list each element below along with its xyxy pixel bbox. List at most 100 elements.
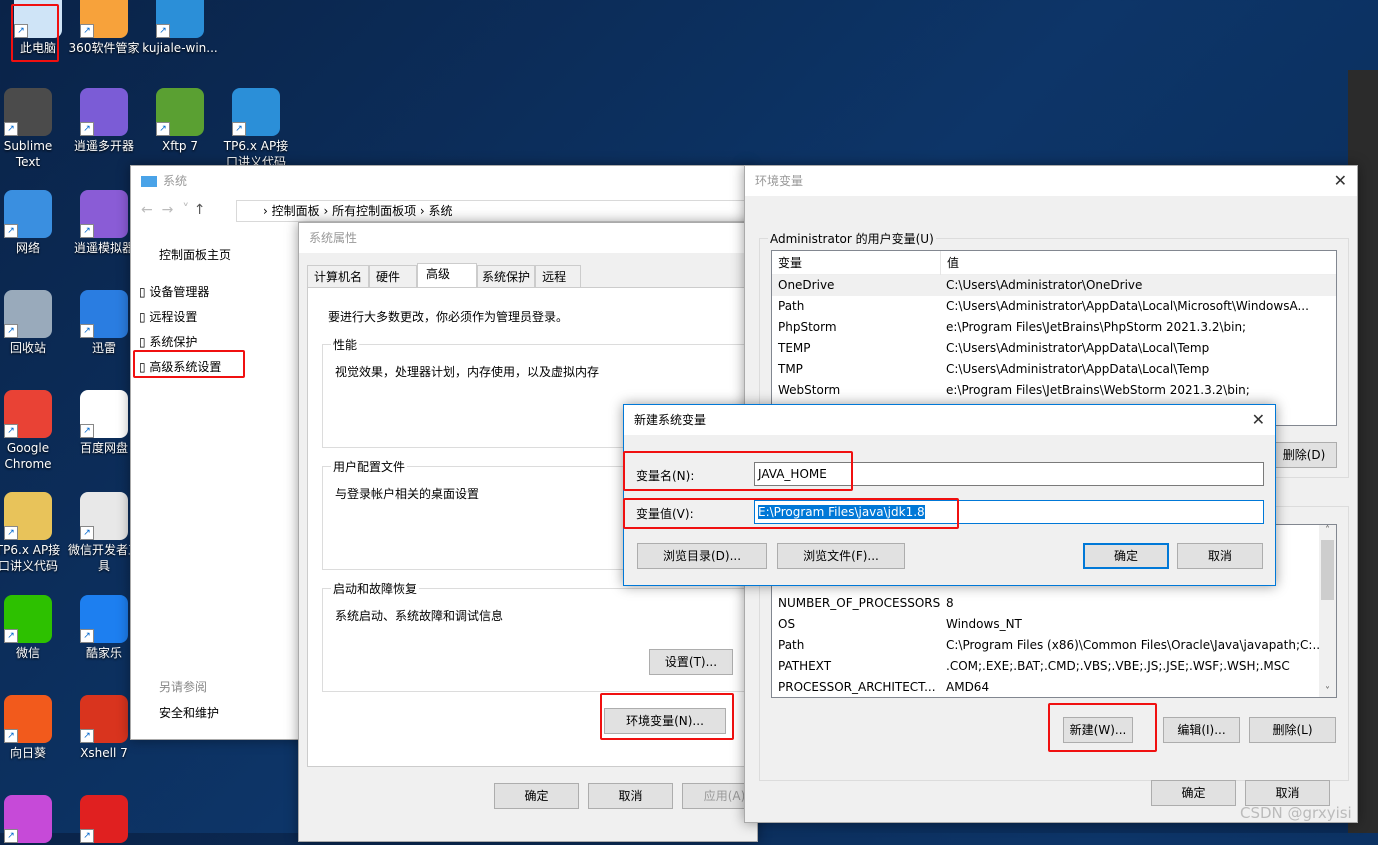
up-icon[interactable]: ↑ — [194, 202, 206, 218]
cancel-button[interactable]: 取消 — [1177, 543, 1263, 569]
desktop-icon-label: TP6.x AP接口讲义代码 — [0, 543, 61, 573]
scrollbar[interactable]: ˄ ˅ — [1319, 525, 1336, 697]
shortcut-arrow-icon: ↗ — [4, 629, 18, 643]
shortcut-arrow-icon: ↗ — [80, 526, 94, 540]
variable-value: Windows_NT — [946, 617, 1022, 631]
desktop-icon[interactable]: ↗ Xftp 7 — [142, 88, 218, 154]
startup-settings-button[interactable]: 设置(T)... — [649, 649, 733, 675]
user-vars-list[interactable]: 变量值 OneDrive C:\Users\Administrator\OneDr… — [771, 250, 1337, 426]
chevron-down-icon[interactable]: ˅ — [182, 202, 189, 218]
monitor-icon — [141, 176, 157, 187]
desktop-icon[interactable]: ↗ 网络 — [0, 190, 66, 256]
title-bar: 系统 — [131, 166, 749, 196]
tab-advanced[interactable]: 高级 — [417, 263, 478, 288]
cancel-button[interactable]: 取消 — [1245, 780, 1330, 806]
variable-value: C:\Users\Administrator\AppData\Local\Tem… — [946, 341, 1210, 355]
user-delete-button[interactable]: 删除(D) — [1271, 442, 1337, 468]
shortcut-arrow-icon: ↗ — [4, 526, 18, 540]
ok-button[interactable]: 确定 — [494, 783, 579, 809]
ok-button[interactable]: 确定 — [1151, 780, 1236, 806]
table-row[interactable]: OS Windows_NT — [772, 614, 1336, 635]
remote-settings-link[interactable]: ▯ 远程设置 — [139, 305, 221, 330]
admin-note: 要进行大多数更改，你必须作为管理员登录。 — [328, 310, 569, 324]
variable-value: AMD64 — [946, 680, 990, 694]
highlight-box — [133, 350, 245, 378]
variable-name: NUMBER_OF_PROCESSORS — [778, 596, 941, 610]
table-row[interactable]: Path C:\Program Files (x86)\Common Files\… — [772, 635, 1336, 656]
app-icon: ↗ — [80, 492, 128, 540]
desktop-icon[interactable]: ↗ 向日葵 — [0, 695, 66, 761]
variable-value: e:\Program Files\JetBrains\WebStorm 2021… — [946, 383, 1250, 397]
desktop-icon[interactable]: ↗ Google Chrome — [0, 390, 66, 472]
app-icon: ↗ — [4, 695, 52, 743]
tab-computer-name[interactable]: 计算机名 — [307, 265, 370, 288]
app-icon: ↗ — [4, 595, 52, 643]
table-row[interactable]: TMP C:\Users\Administrator\AppData\Local\… — [772, 359, 1336, 380]
tab-system-protection[interactable]: 系统保护 — [477, 265, 536, 288]
table-row[interactable]: PATHEXT .COM;.EXE;.BAT;.CMD;.VBS;.VBE;.JS… — [772, 656, 1336, 677]
device-manager-link[interactable]: ▯ 设备管理器 — [139, 280, 221, 305]
desktop-icon[interactable]: ↗ 逍遥多开器 — [66, 88, 142, 154]
control-panel-home-link[interactable]: 控制面板主页 — [159, 246, 231, 263]
app-icon: ↗ — [156, 88, 204, 136]
desktop-icon-label: 回收站 — [9, 341, 46, 355]
app-icon: ↗ — [80, 795, 128, 843]
highlight-box — [623, 498, 959, 529]
desktop-icon[interactable]: ↗ 微信 — [0, 595, 66, 661]
desktop-icon-label: Sublime Text — [3, 139, 53, 169]
desktop-icon-label: Xftp 7 — [161, 139, 198, 153]
table-row[interactable]: OneDrive C:\Users\Administrator\OneDrive — [772, 275, 1336, 296]
table-row[interactable]: PhpStorm e:\Program Files\JetBrains\PhpSt… — [772, 317, 1336, 338]
browse-file-button[interactable]: 浏览文件(F)... — [777, 543, 905, 569]
desktop-icon-label: 360软件管家 — [68, 41, 140, 55]
watermark: CSDN @grxyisi — [1240, 804, 1352, 822]
table-row[interactable]: PROCESSOR_ARCHITECT... AMD64 — [772, 677, 1336, 697]
desktop-icon[interactable]: ↗ — [0, 795, 66, 845]
table-row[interactable]: Path C:\Users\Administrator\AppData\Local… — [772, 296, 1336, 317]
shortcut-arrow-icon: ↗ — [80, 122, 94, 136]
close-icon[interactable]: ✕ — [1334, 171, 1347, 190]
edit-variable-button[interactable]: 编辑(I)... — [1163, 717, 1240, 743]
desktop-icon[interactable]: ↗ 360软件管家 — [66, 0, 142, 56]
desktop-icon-label: kujiale-win... — [142, 41, 218, 55]
tab-remote[interactable]: 远程 — [535, 265, 582, 288]
breadcrumb: › 控制面板 › 所有控制面板项 › 系统 — [263, 204, 453, 218]
desktop-icon[interactable]: ↗ Sublime Text — [0, 88, 66, 170]
desktop-icon[interactable]: ↗ 回收站 — [0, 290, 66, 356]
shortcut-arrow-icon: ↗ — [156, 122, 170, 136]
variable-name: TMP — [778, 362, 803, 376]
browse-directory-button[interactable]: 浏览目录(D)... — [637, 543, 767, 569]
title-bar: 新建系统变量 — [624, 405, 1275, 435]
shortcut-arrow-icon: ↗ — [4, 122, 18, 136]
delete-variable-button[interactable]: 删除(L) — [1249, 717, 1336, 743]
variable-value: C:\Users\Administrator\AppData\Local\Tem… — [946, 362, 1210, 376]
see-also-label: 另请参阅 — [159, 680, 208, 694]
app-icon: ↗ — [4, 290, 52, 338]
shortcut-arrow-icon: ↗ — [4, 424, 18, 438]
tab-hardware[interactable]: 硬件 — [369, 265, 418, 288]
table-row[interactable]: WebStorm e:\Program Files\JetBrains\WebSt… — [772, 380, 1336, 401]
shortcut-arrow-icon: ↗ — [80, 424, 94, 438]
shortcut-arrow-icon: ↗ — [80, 324, 94, 338]
table-row[interactable]: NUMBER_OF_PROCESSORS 8 — [772, 593, 1336, 614]
forward-icon[interactable]: → — [162, 202, 174, 218]
desktop-icon[interactable]: ↗ — [66, 795, 142, 845]
ok-button[interactable]: 确定 — [1083, 543, 1169, 569]
desktop-icon[interactable]: ↗ TP6.x AP接口讲义代码 — [0, 492, 66, 574]
desktop-icon[interactable]: ↗ TP6.x AP接口讲义代码 — [218, 88, 294, 170]
desktop-icon-label: 微信 — [15, 646, 40, 660]
shortcut-arrow-icon: ↗ — [4, 324, 18, 338]
new-system-variable-dialog: 新建系统变量 ✕ 变量名(N): JAVA_HOME 变量值(V): E:\Pr… — [623, 404, 1276, 586]
app-icon: ↗ — [4, 795, 52, 843]
app-icon: ↗ — [4, 492, 52, 540]
variable-value: .COM;.EXE;.BAT;.CMD;.VBS;.VBE;.JS;.JSE;.… — [946, 659, 1290, 673]
security-maintenance-link[interactable]: 安全和维护 — [159, 704, 219, 721]
table-row[interactable]: TEMP C:\Users\Administrator\AppData\Local… — [772, 338, 1336, 359]
variable-name: OneDrive — [778, 278, 835, 292]
back-icon[interactable]: ← — [141, 202, 153, 218]
address-bar[interactable]: › 控制面板 › 所有控制面板项 › 系统 — [236, 200, 756, 222]
cancel-button[interactable]: 取消 — [588, 783, 673, 809]
close-icon[interactable]: ✕ — [1252, 410, 1265, 429]
app-icon: ↗ — [156, 0, 204, 38]
desktop-icon[interactable]: ↗ kujiale-win... — [142, 0, 218, 56]
